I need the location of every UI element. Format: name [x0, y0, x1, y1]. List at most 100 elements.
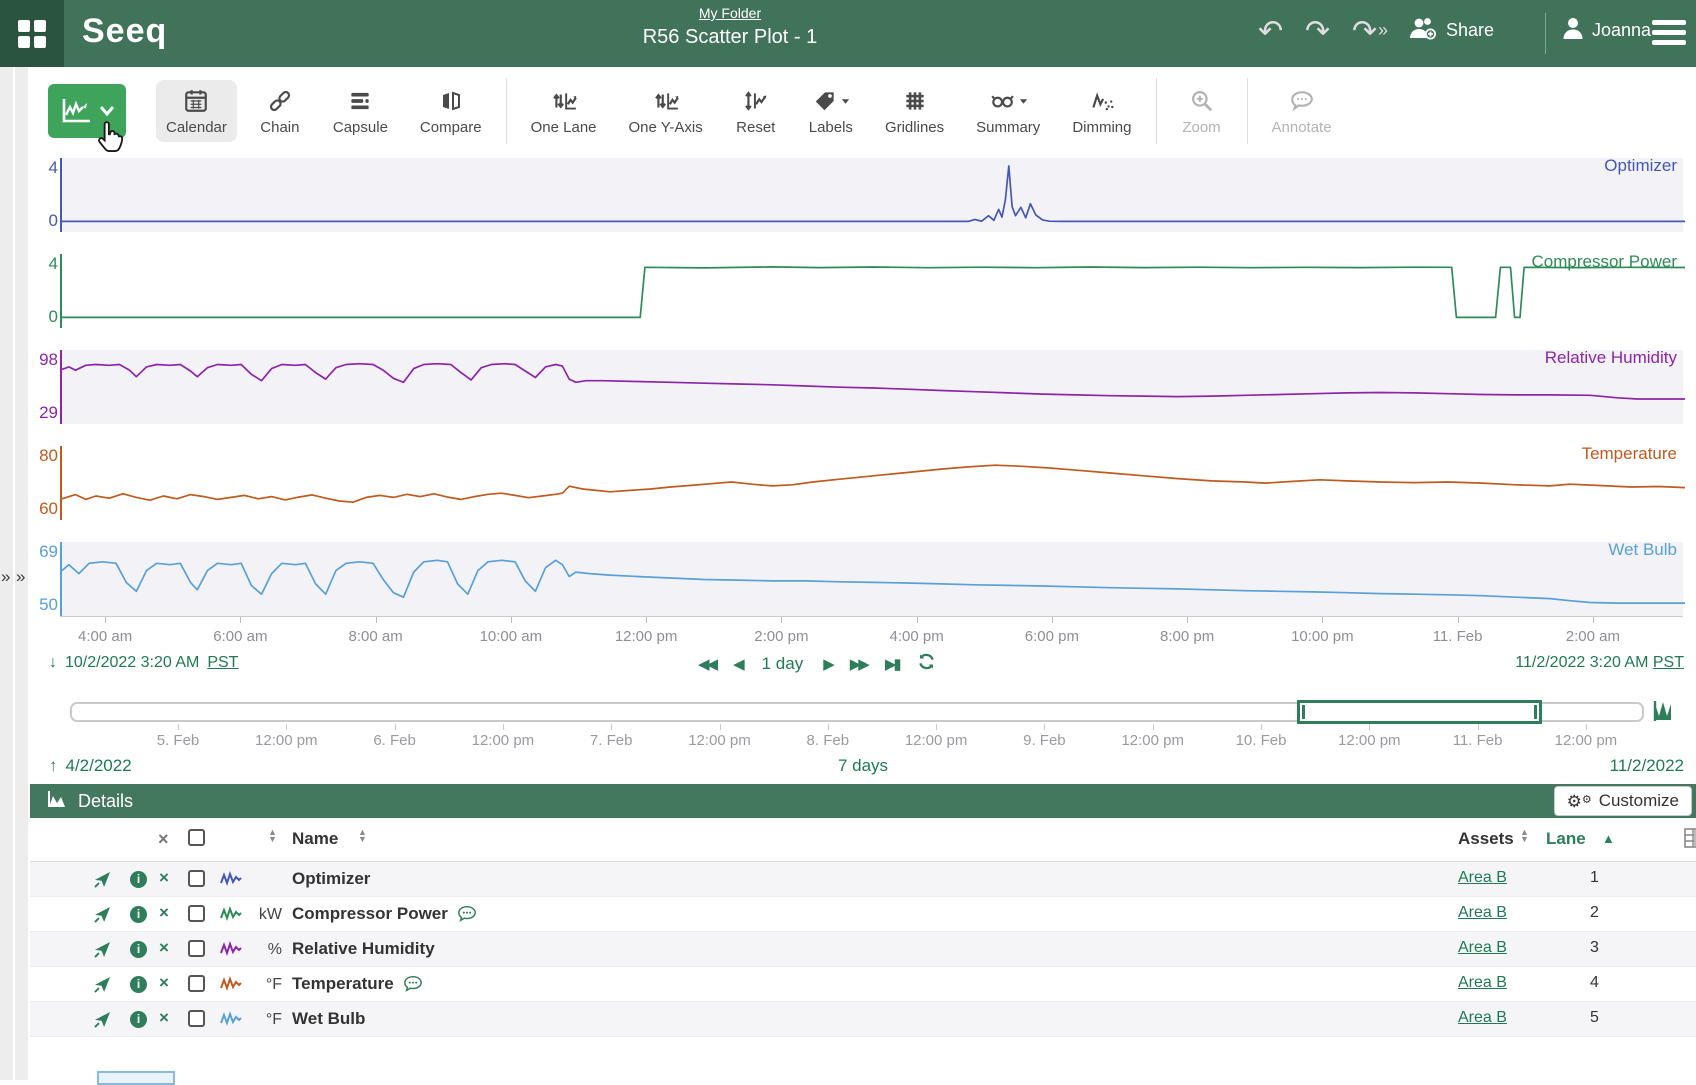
timebar-trend-icon[interactable]: [1652, 698, 1678, 729]
item-checkbox[interactable]: [188, 1010, 205, 1027]
timezone-link[interactable]: PST: [1653, 654, 1684, 671]
onelane-button[interactable]: One Lane: [521, 80, 607, 142]
selection-left-handle[interactable]: [1302, 705, 1305, 719]
timebar-selection[interactable]: [1297, 700, 1542, 724]
select-all-checkbox[interactable]: [188, 829, 205, 846]
item-checkbox[interactable]: [188, 975, 205, 992]
gridlines-button[interactable]: Gridlines: [875, 80, 954, 142]
lane-relative-humidity[interactable]: 9829Relative Humidity: [60, 350, 1683, 424]
summary-label: Summary: [976, 119, 1040, 136]
item-name[interactable]: Compressor Power: [292, 904, 477, 924]
item-info-icon[interactable]: i: [130, 871, 147, 888]
column-header-name[interactable]: Name: [292, 829, 338, 849]
labels-button[interactable]: Labels: [799, 80, 863, 142]
redo-all-icon[interactable]: ↷: [1352, 17, 1377, 47]
oneyaxis-button[interactable]: One Y-Axis: [619, 80, 713, 142]
add-column-icon[interactable]: [1682, 826, 1696, 857]
lane-label[interactable]: Wet Bulb: [1608, 540, 1677, 560]
item-info-icon[interactable]: i: [130, 1011, 147, 1028]
remove-item-icon[interactable]: ×: [159, 973, 169, 993]
redo-icon[interactable]: ↷: [1305, 17, 1330, 47]
x-axis-tick: [781, 617, 782, 623]
lane-label[interactable]: Relative Humidity: [1545, 348, 1677, 368]
capsule-icon: [347, 86, 373, 116]
jump-to-end-button[interactable]: ▶▮: [885, 655, 899, 673]
lane-wet-bulb[interactable]: 6950Wet Bulb: [60, 542, 1683, 616]
user-menu-button[interactable]: Joanna: [1562, 16, 1651, 45]
asset-swap-rocket-icon[interactable]: [93, 975, 112, 999]
jump-back-button[interactable]: ◀◀: [698, 655, 715, 673]
sort-asc-icon[interactable]: ▲: [1602, 831, 1615, 846]
annotate-label: Annotate: [1272, 119, 1332, 136]
lane-temperature[interactable]: 8060Temperature: [60, 446, 1683, 520]
asset-link[interactable]: Area B: [1458, 974, 1507, 992]
trend-chart[interactable]: 40Optimizer 40Compressor Power 9829Relativ…: [60, 158, 1683, 658]
lane-optimizer[interactable]: 40Optimizer: [60, 158, 1683, 232]
sort-icon[interactable]: ▲▼: [268, 829, 277, 843]
chain-button[interactable]: Chain: [249, 80, 311, 142]
overview-timebar[interactable]: [70, 702, 1644, 722]
item-checkbox[interactable]: [188, 905, 205, 922]
item-checkbox[interactable]: [188, 940, 205, 957]
calendar-button[interactable]: Calendar: [156, 80, 237, 142]
share-button[interactable]: Share: [1408, 16, 1494, 45]
remove-item-icon[interactable]: ×: [159, 868, 169, 888]
investigate-range-end[interactable]: 11/2/2022: [1610, 756, 1684, 776]
asset-link[interactable]: Area B: [1458, 904, 1507, 922]
jump-forward-button[interactable]: ▶▶: [850, 655, 867, 673]
lane-compressor-power[interactable]: 40Compressor Power: [60, 254, 1683, 328]
timebar-tick-label: 12:00 pm: [665, 732, 775, 749]
range-duration-button[interactable]: 1 day: [760, 654, 806, 674]
expand-chevron-icon: »: [16, 567, 25, 587]
column-header-assets[interactable]: Assets: [1458, 829, 1514, 849]
hamburger-menu-icon[interactable]: [1652, 20, 1686, 50]
asset-swap-rocket-icon[interactable]: [93, 905, 112, 929]
x-axis-line: [60, 616, 1683, 617]
breadcrumb[interactable]: My Folder: [699, 5, 761, 21]
asset-link[interactable]: Area B: [1458, 1009, 1507, 1027]
asset-swap-rocket-icon[interactable]: [93, 940, 112, 964]
asset-swap-rocket-icon[interactable]: [93, 1010, 112, 1034]
item-name[interactable]: Temperature: [292, 974, 423, 994]
remove-all-button[interactable]: ×: [158, 829, 169, 850]
compare-button[interactable]: Compare: [410, 80, 492, 142]
refresh-icon[interactable]: [917, 652, 936, 676]
asset-link[interactable]: Area B: [1458, 939, 1507, 957]
item-info-icon[interactable]: i: [130, 976, 147, 993]
timezone-link[interactable]: PST: [207, 654, 238, 672]
expand-left-panel-1[interactable]: »: [0, 67, 14, 1080]
undo-icon[interactable]: ↶: [1258, 17, 1283, 47]
sort-icon[interactable]: ▲▼: [1520, 829, 1529, 843]
x-axis-tick: [1322, 617, 1323, 623]
step-forward-button[interactable]: ▶: [823, 655, 832, 673]
display-range-end: 11/2/2022 3:20 AM PST: [1515, 654, 1684, 672]
timebar-tick-label: 9. Feb: [989, 732, 1099, 749]
dimming-button[interactable]: Dimming: [1062, 80, 1141, 142]
annotate-button: Annotate: [1262, 80, 1342, 142]
asset-swap-rocket-icon[interactable]: [93, 870, 112, 894]
customize-button[interactable]: ⚙⚙ Customize: [1554, 786, 1692, 816]
asset-link[interactable]: Area B: [1458, 869, 1507, 887]
remove-item-icon[interactable]: ×: [159, 1008, 169, 1028]
capsule-button[interactable]: Capsule: [323, 80, 398, 142]
item-name[interactable]: Relative Humidity: [292, 939, 435, 959]
lane-label[interactable]: Compressor Power: [1532, 252, 1678, 272]
range-start-text[interactable]: 10/2/2022 3:20 AM: [65, 654, 199, 672]
remove-item-icon[interactable]: ×: [159, 938, 169, 958]
selection-right-handle[interactable]: [1534, 705, 1537, 719]
lane-label[interactable]: Temperature: [1582, 444, 1677, 464]
step-back-button[interactable]: ◀: [733, 655, 742, 673]
item-name[interactable]: Wet Bulb: [292, 1009, 365, 1029]
reset-button[interactable]: Reset: [725, 80, 787, 142]
item-checkbox[interactable]: [188, 870, 205, 887]
remove-item-icon[interactable]: ×: [159, 903, 169, 923]
sort-icon[interactable]: ▲▼: [358, 829, 367, 843]
column-header-lane[interactable]: Lane: [1546, 829, 1586, 849]
item-name[interactable]: Optimizer: [292, 869, 370, 889]
x-axis-tick-label: 4:00 am: [60, 628, 150, 645]
range-end-text[interactable]: 11/2/2022 3:20 AM: [1515, 654, 1648, 671]
item-info-icon[interactable]: i: [130, 906, 147, 923]
summary-button[interactable]: Summary: [966, 80, 1050, 142]
item-info-icon[interactable]: i: [130, 941, 147, 958]
lane-label[interactable]: Optimizer: [1604, 156, 1677, 176]
